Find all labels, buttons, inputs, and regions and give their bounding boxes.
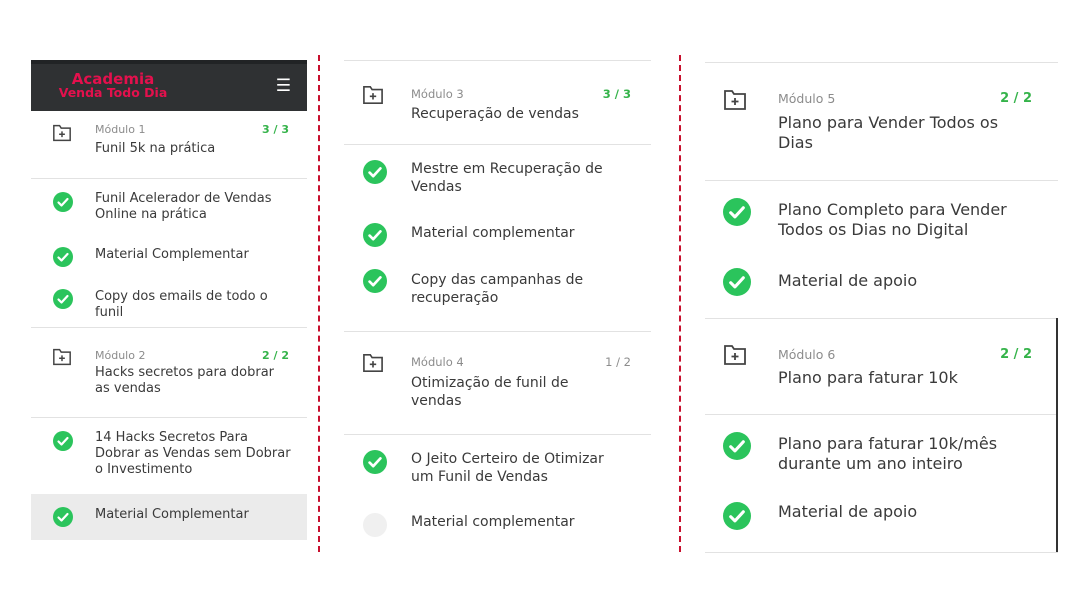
module-progress-count: 2 / 2 [1000,347,1032,362]
check-incomplete-icon [363,513,387,537]
check-complete-icon [53,289,73,309]
check-complete-icon [723,268,751,296]
lesson-title: Material complementar [411,514,575,530]
module-progress-count: 2 / 2 [262,349,289,362]
lesson-item[interactable]: Material de apoio [705,491,1058,553]
lesson-title: O Jeito Certeiro de Otimizar um Funil de… [411,451,604,485]
module-progress-count: 3 / 3 [602,87,631,101]
app-header: Academia Venda Todo Dia ☰ [31,60,307,111]
course-panel-3: Módulo 5 2 / 2 Plano para Vender Todos o… [705,62,1058,554]
check-complete-icon [53,247,73,267]
folder-plus-icon [53,124,71,142]
folder-plus-icon [53,348,71,366]
check-complete-icon [53,431,73,451]
module-progress-count: 2 / 2 [1000,91,1032,106]
check-complete-icon [723,502,751,530]
lesson-item[interactable]: Material Complementar [31,235,307,273]
module-header-6[interactable]: Módulo 6 2 / 2 Plano para faturar 10k [705,319,1058,415]
module-header-3[interactable]: Módulo 3 3 / 3 Recuperação de vendas [344,61,651,145]
course-panel-2: Módulo 3 3 / 3 Recuperação de vendas Mes… [344,60,651,554]
module-label: Módulo 1 [95,123,146,136]
lesson-item[interactable]: Material complementar [344,499,651,551]
module-title: Otimização de funil de vendas [411,375,569,409]
lesson-item[interactable]: Copy dos emails de todo o funil [31,273,307,328]
check-complete-icon [723,432,751,460]
lesson-title: Copy dos emails de todo o funil [95,289,268,320]
folder-plus-icon [724,90,746,110]
module-title: Plano para faturar 10k [778,368,958,387]
lesson-title: Material de apoio [778,502,918,521]
check-complete-icon [53,192,73,212]
folder-plus-icon [363,86,383,104]
check-complete-icon [363,223,387,247]
module-header-5[interactable]: Módulo 5 2 / 2 Plano para Vender Todos o… [705,63,1058,181]
module-label: Módulo 4 [411,355,464,369]
lesson-item[interactable]: Copy das campanhas de recuperação [344,255,651,332]
lesson-title: Copy das campanhas de recuperação [411,272,584,306]
lesson-title: Funil Acelerador de Vendas Online na prá… [95,191,272,222]
lesson-item[interactable]: Mestre em Recuperação de Vendas [344,145,651,209]
lesson-title: Plano para faturar 10k/mês durante um an… [778,434,998,473]
module-header-4[interactable]: Módulo 4 1 / 2 Otimização de funil de ve… [344,332,651,435]
lesson-title: Mestre em Recuperação de Vendas [411,161,603,195]
lesson-item-active[interactable]: Material Complementar [31,494,307,540]
lesson-item[interactable]: Plano Completo para Vender Todos os Dias… [705,181,1058,257]
brand-logo[interactable]: Academia Venda Todo Dia [53,72,173,100]
lesson-title: 14 Hacks Secretos Para Dobrar as Vendas … [95,430,291,477]
module-label: Módulo 3 [411,87,464,101]
lesson-item[interactable]: Plano para faturar 10k/mês durante um an… [705,415,1058,491]
lesson-item[interactable]: Material complementar [344,209,651,255]
module-title: Plano para Vender Todos os Dias [778,113,999,152]
module-progress-count: 1 / 2 [605,355,631,369]
folder-plus-icon [724,345,746,365]
module-title: Hacks secretos para dobrar as vendas [95,365,275,396]
check-complete-icon [363,450,387,474]
lesson-item[interactable]: O Jeito Certeiro de Otimizar um Funil de… [344,435,651,499]
module-title: Recuperação de vendas [411,106,579,122]
module-label: Módulo 2 [95,349,146,362]
folder-plus-icon [363,354,383,372]
lesson-item[interactable]: Material de apoio [705,257,1058,319]
module-label: Módulo 5 [778,91,836,106]
module-progress-count: 3 / 3 [262,123,289,136]
module-header-2[interactable]: Módulo 2 2 / 2 Hacks secretos para dobra… [31,328,307,418]
module-header-1[interactable]: Módulo 1 3 / 3 Funil 5k na prática [31,111,307,179]
lesson-title: Plano Completo para Vender Todos os Dias… [778,200,1007,239]
check-complete-icon [363,269,387,293]
module-label: Módulo 6 [778,347,836,362]
lesson-title: Material complementar [411,225,575,241]
divider-left [318,55,320,552]
course-panel-1: Academia Venda Todo Dia ☰ Módulo 1 3 / 3… [31,60,307,554]
lesson-item[interactable]: 14 Hacks Secretos Para Dobrar as Vendas … [31,418,307,494]
hamburger-menu-icon[interactable]: ☰ [276,78,291,95]
check-complete-icon [363,160,387,184]
lesson-item[interactable]: Funil Acelerador de Vendas Online na prá… [31,179,307,235]
module-title: Funil 5k na prática [95,141,216,156]
scrollbar[interactable] [1056,318,1058,552]
divider-right [679,55,681,552]
lesson-title: Material Complementar [95,507,249,522]
check-complete-icon [53,507,73,527]
lesson-title: Material de apoio [778,271,918,290]
lesson-title: Material Complementar [95,247,249,262]
check-complete-icon [723,198,751,226]
